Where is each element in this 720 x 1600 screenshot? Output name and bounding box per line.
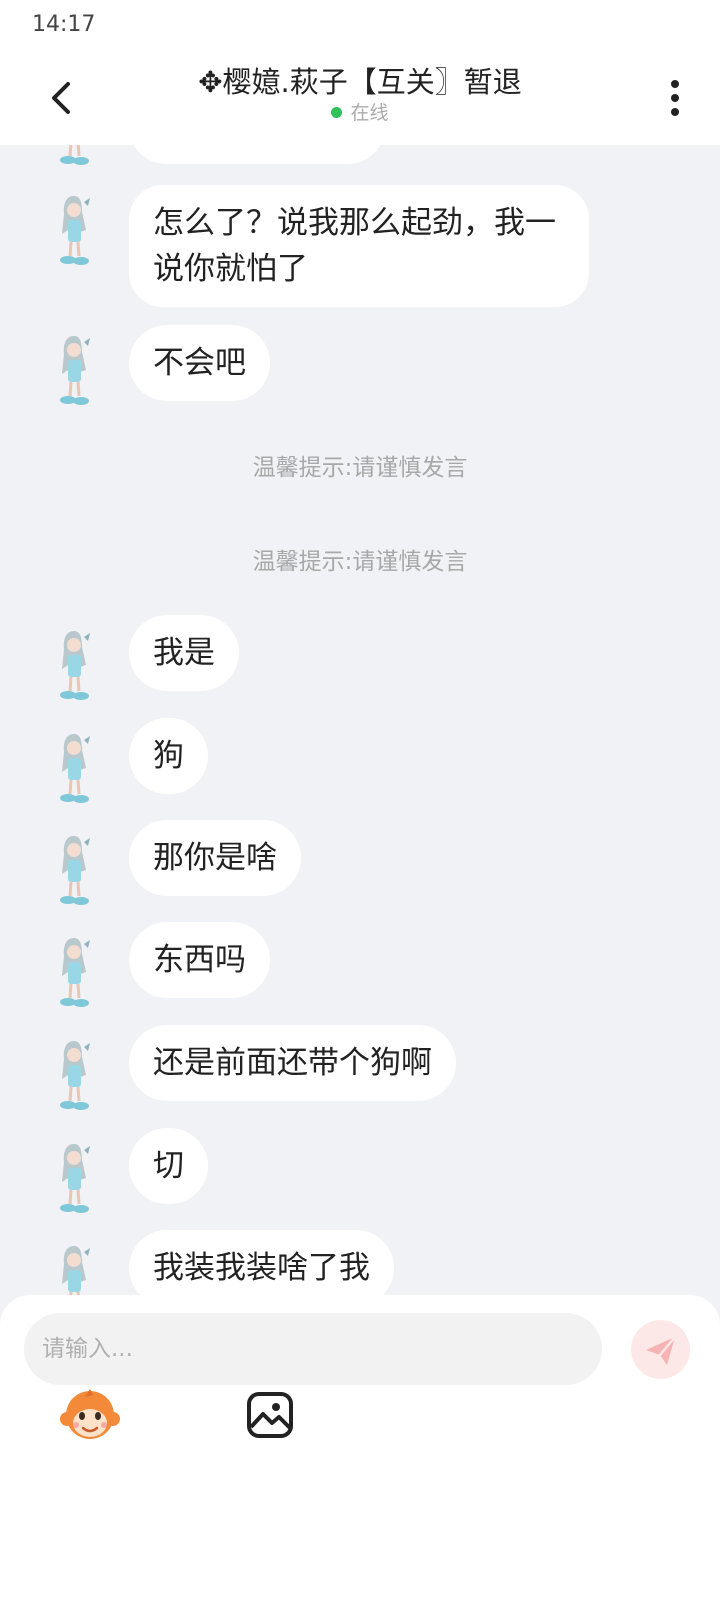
avatar[interactable] <box>44 1240 104 1295</box>
more-vertical-dot <box>671 94 679 102</box>
status-bar: 14:17 <box>0 0 720 50</box>
avatar[interactable] <box>44 1138 104 1218</box>
message-bubble[interactable]: 还是前面还带个狗啊 <box>129 1025 456 1101</box>
more-options-button[interactable] <box>660 76 690 120</box>
status-time: 14:17 <box>32 12 96 37</box>
avatar[interactable] <box>44 625 104 705</box>
more-vertical-dot <box>671 108 679 116</box>
send-button[interactable] <box>631 1320 690 1379</box>
message-bubble[interactable]: 怎么了？说我那么起劲，我一说你就怕了 <box>129 185 589 307</box>
avatar[interactable] <box>44 932 104 1012</box>
send-icon <box>646 1335 677 1365</box>
composer-panel <box>0 1295 720 1600</box>
chat-header: ✥樱嬑.萩子【互关〗暂退 在线 <box>0 50 720 145</box>
avatar[interactable] <box>44 190 104 270</box>
back-button[interactable] <box>40 70 84 126</box>
chat-title-block: ✥樱嬑.萩子【互关〗暂退 在线 <box>120 64 600 124</box>
system-notice: 温馨提示:请谨慎发言 <box>252 455 468 481</box>
message-bubble[interactable]: 我是 <box>129 615 239 691</box>
message-bubble[interactable]: 我装我装啥了我 <box>129 1230 394 1295</box>
message-bubble[interactable]: 切 <box>129 1128 208 1204</box>
more-vertical-icon <box>671 80 679 88</box>
emoji-button[interactable] <box>58 1383 122 1447</box>
system-notice: 温馨提示:请谨慎发言 <box>252 549 468 575</box>
message-bubble[interactable]: 不会吧 <box>129 325 270 401</box>
message-bubble[interactable] <box>129 145 385 164</box>
image-icon <box>247 1392 293 1438</box>
message-input[interactable] <box>24 1313 602 1385</box>
avatar[interactable] <box>44 728 104 808</box>
chevron-left-icon <box>52 82 70 114</box>
image-button[interactable] <box>238 1383 302 1447</box>
online-status-label: 在线 <box>350 102 389 124</box>
online-status: 在线 <box>120 102 600 124</box>
message-bubble[interactable]: 狗 <box>129 718 208 794</box>
chat-title: ✥樱嬑.萩子【互关〗暂退 <box>198 65 522 99</box>
message-list[interactable]: 怎么了？说我那么起劲，我一说你就怕了 不会吧 温馨提示:请谨慎发言 温馨提示:请… <box>0 145 720 1295</box>
message-bubble[interactable]: 那你是啥 <box>129 820 301 896</box>
avatar[interactable] <box>44 830 104 910</box>
avatar[interactable] <box>44 330 104 410</box>
online-dot-icon <box>331 107 343 118</box>
avatar[interactable] <box>44 145 104 170</box>
message-bubble[interactable]: 东西吗 <box>129 922 270 998</box>
avatar[interactable] <box>44 1035 104 1115</box>
monkey-emoji-icon <box>60 1389 120 1439</box>
